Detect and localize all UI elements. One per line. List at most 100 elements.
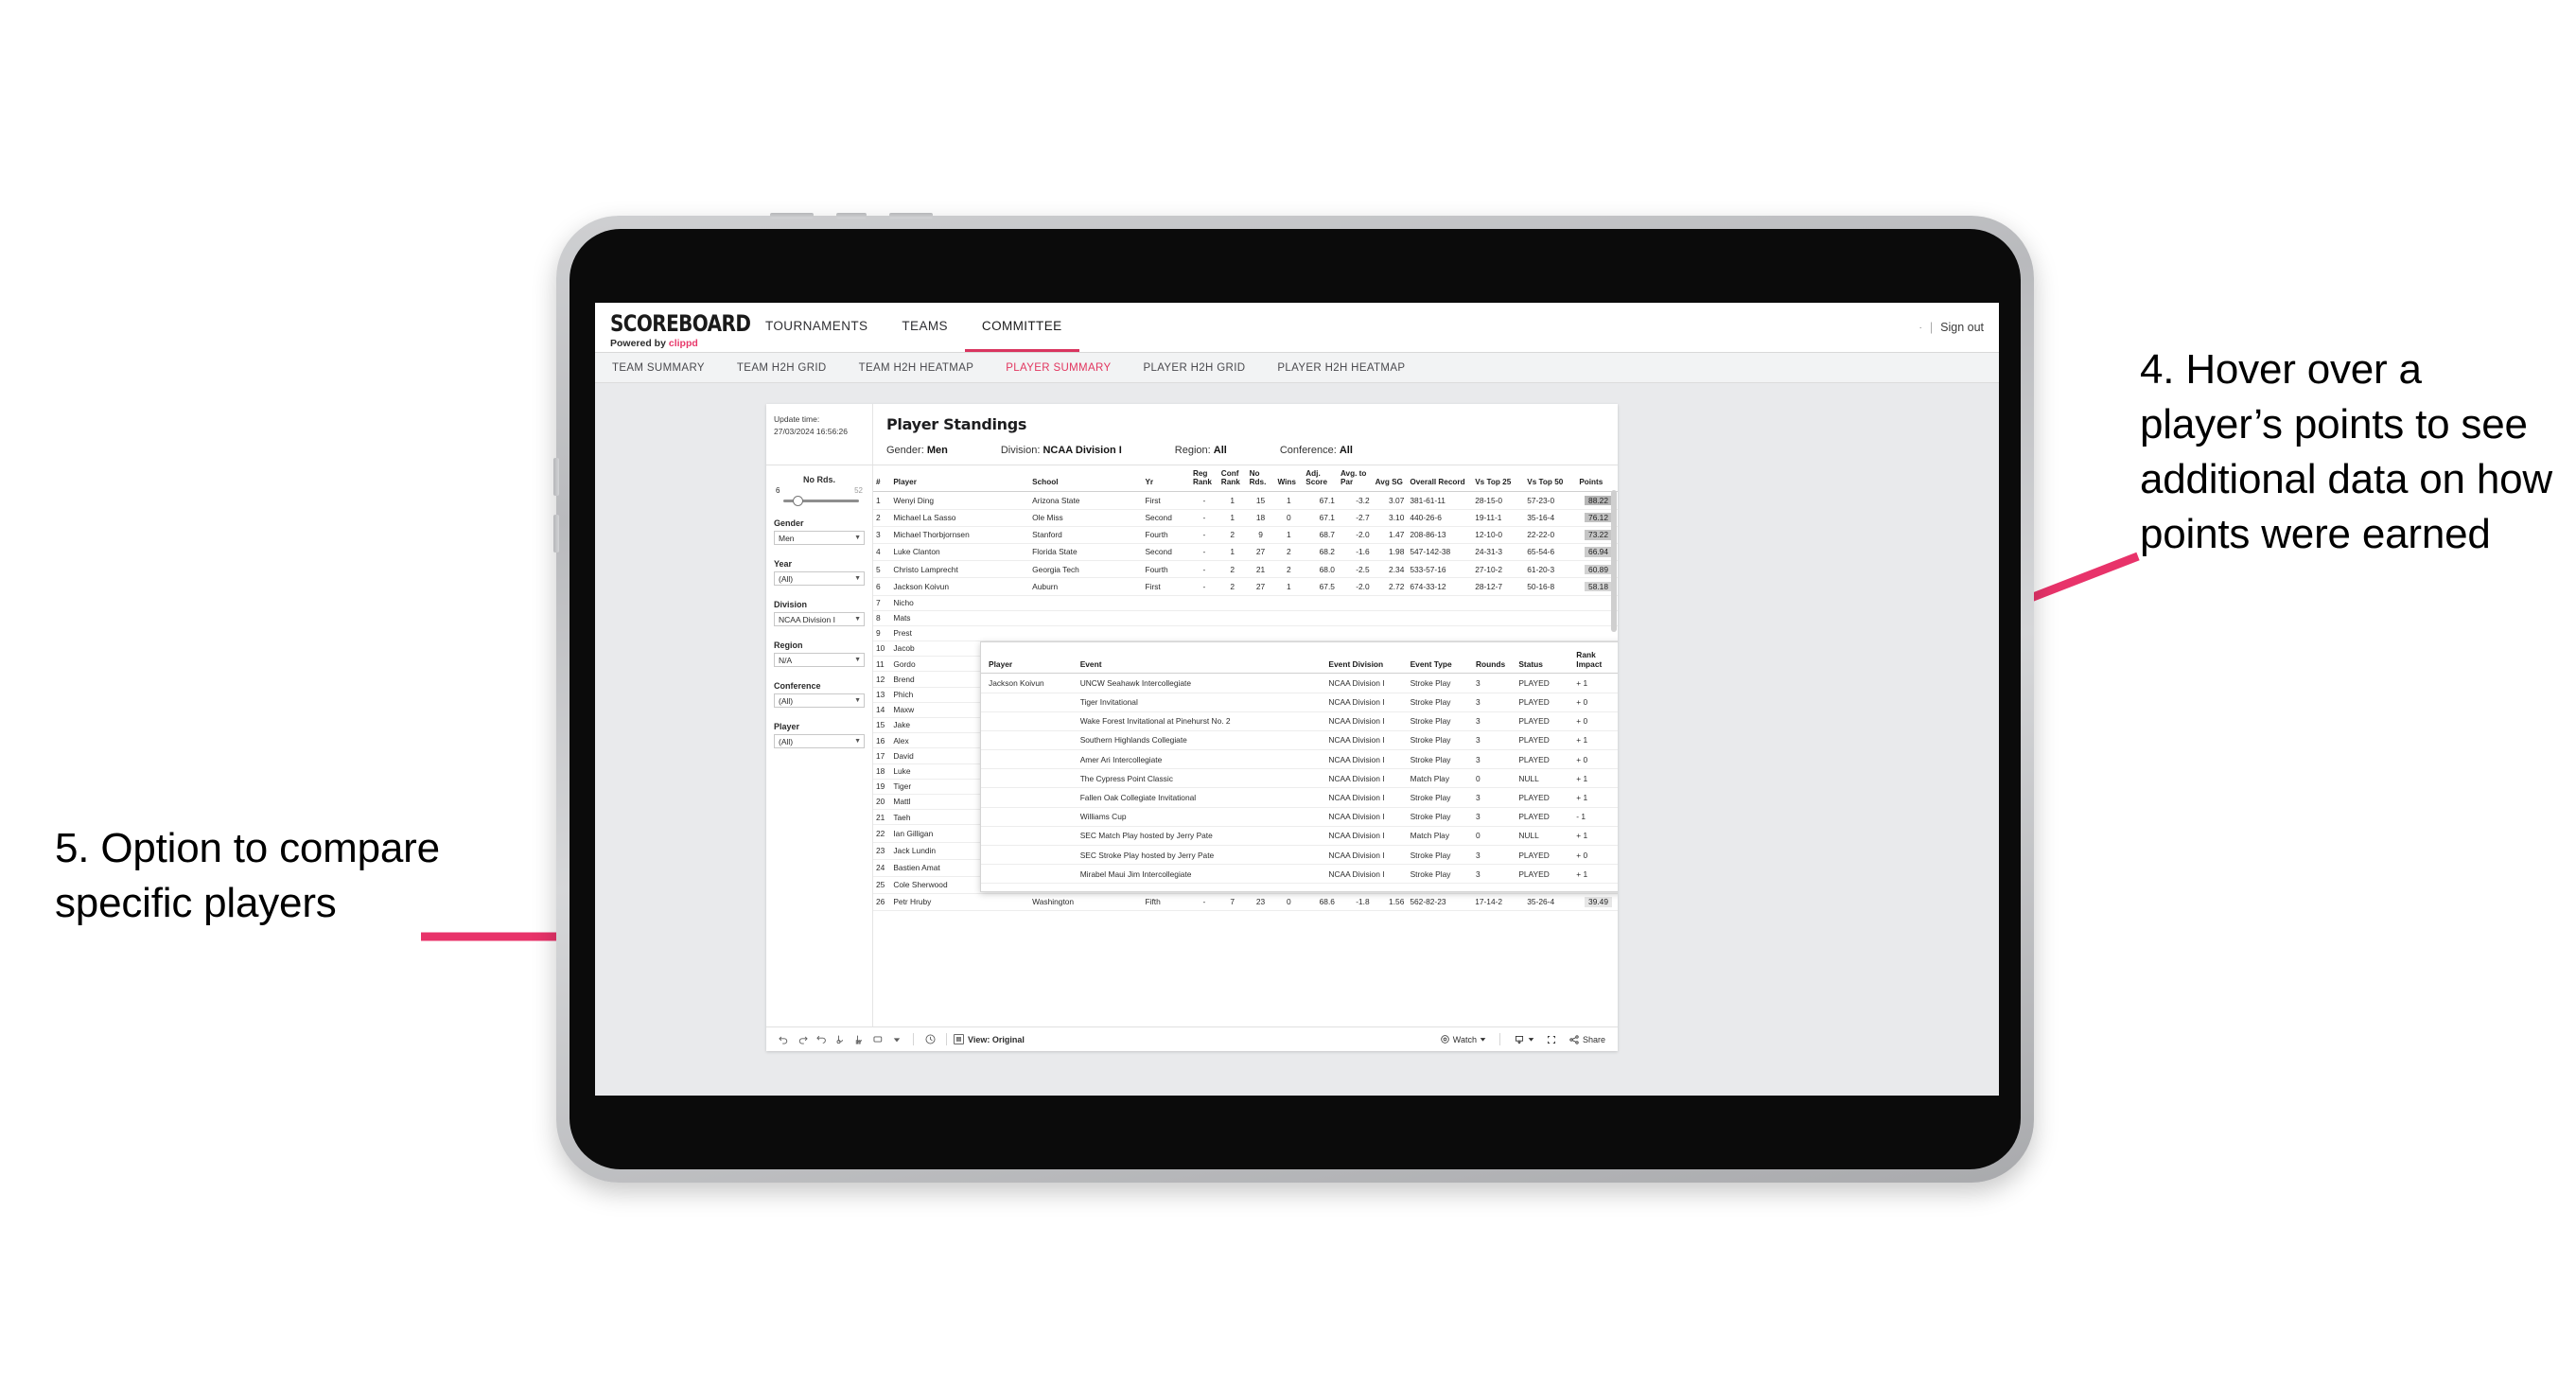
filter-summary-gender-value: Men <box>926 445 948 456</box>
subnav-player-h2h-grid[interactable]: PLAYER H2H GRID <box>1143 362 1245 374</box>
points-value[interactable]: 73.22 <box>1585 530 1612 540</box>
tt-cell-w-points: 53.60 <box>1612 693 1618 712</box>
col-avg-to-par[interactable]: Avg. to Par <box>1337 465 1373 493</box>
cell-rank: 7 <box>873 595 891 611</box>
revert-icon[interactable] <box>812 1030 831 1049</box>
tt-cell-rounds: 3 <box>1467 864 1512 885</box>
filter-conference-select[interactable]: (All) ▼ <box>774 693 865 708</box>
col-wins[interactable]: Wins <box>1274 465 1304 493</box>
power-button[interactable] <box>836 213 867 219</box>
col-points[interactable]: Points <box>1576 465 1618 493</box>
col-vs-top-25[interactable]: Vs Top 25 <box>1472 465 1525 493</box>
table-row[interactable]: 1 Wenyi Ding Arizona State First -1 15 1 67.1 -3… <box>873 491 1618 510</box>
table-row[interactable]: 6 Jackson Koivun Auburn First -2 27 1 67.5 -2.0 2… <box>873 577 1618 596</box>
col-reg-rank[interactable]: Reg Rank <box>1189 465 1218 493</box>
col-school[interactable]: School <box>1029 465 1143 493</box>
col-vs-top-50[interactable]: Vs Top 50 <box>1524 465 1577 493</box>
tt-cell-event: Williams Cup <box>1072 807 1322 827</box>
col-no-rds[interactable]: No Rds. <box>1246 465 1275 493</box>
nav-item-committee[interactable]: COMMITTEE <box>964 303 1079 352</box>
points-value[interactable]: 66.94 <box>1585 547 1612 557</box>
cell-school: Washington <box>1029 893 1143 912</box>
col-conf-rank[interactable]: Conf Rank <box>1218 465 1247 493</box>
tt-cell-player <box>981 711 1073 731</box>
table-row[interactable]: 8 Mats <box>873 610 1618 626</box>
table-row[interactable]: 26 Petr Hruby Washington Fifth -7 23 0 68.6 -1.8… <box>873 893 1618 912</box>
fullscreen-button[interactable] <box>1541 1034 1562 1045</box>
subnav-team-h2h-heatmap[interactable]: TEAM H2H HEATMAP <box>859 362 974 374</box>
cell-wins: 2 <box>1274 560 1304 579</box>
cell-vs-top-25: 17-14-2 <box>1472 893 1525 912</box>
points-value[interactable]: 39.49 <box>1585 897 1612 907</box>
volume-down-button[interactable] <box>553 515 559 553</box>
view-original-button[interactable]: ▤ View: Original <box>954 1034 1025 1044</box>
undo-icon[interactable] <box>774 1030 793 1049</box>
points-value[interactable]: 60.89 <box>1585 564 1612 574</box>
cell-wins: 1 <box>1274 577 1304 596</box>
device-preview-icon[interactable] <box>868 1030 887 1049</box>
col-overall-record[interactable]: Overall Record <box>1407 465 1473 493</box>
history-clock-icon[interactable] <box>920 1030 939 1049</box>
col-avg-sg[interactable]: Avg SG <box>1372 465 1408 493</box>
device-preview-caret-icon[interactable] <box>887 1030 906 1049</box>
brand-logo[interactable]: SCOREBOARD Powered by clippd <box>595 303 751 352</box>
filter-year-label: Year <box>774 559 793 569</box>
tt-cell-event: Tiger Invitational <box>1072 693 1322 712</box>
col-player[interactable]: Player <box>890 465 1030 493</box>
subnav-team-h2h-grid[interactable]: TEAM H2H GRID <box>737 362 827 374</box>
filter-player-select[interactable]: (All) ▼ <box>774 734 865 748</box>
table-vertical-scrollbar[interactable] <box>1611 490 1617 632</box>
tt-cell-type: Stroke Play <box>1402 711 1468 731</box>
annotation-right: 4. Hover over a player’s points to see a… <box>2140 346 2552 558</box>
col-adj-score[interactable]: Adj. Score <box>1303 465 1338 493</box>
table-row[interactable]: 3 Michael Thorbjornsen Stanford Fourth -2 9 1 6… <box>873 526 1618 544</box>
pause-auto-updates-icon[interactable] <box>850 1030 868 1049</box>
sign-out-link[interactable]: Sign out <box>1940 321 1984 334</box>
subnav-player-h2h-heatmap[interactable]: PLAYER H2H HEATMAP <box>1277 362 1405 374</box>
subnav-player-summary[interactable]: PLAYER SUMMARY <box>1006 362 1111 374</box>
page-title: Player Standings <box>886 415 1027 433</box>
cell-avg-sg: 1.98 <box>1372 543 1408 562</box>
tooltip-row: Southern Highlands Collegiate NCAA Divisi… <box>981 730 1618 751</box>
redo-icon[interactable] <box>793 1030 812 1049</box>
watch-button[interactable]: Watch <box>1435 1034 1491 1044</box>
share-button[interactable]: Share <box>1564 1034 1610 1045</box>
subnav-team-summary[interactable]: TEAM SUMMARY <box>612 362 705 374</box>
user-avatar[interactable]: · <box>1919 323 1922 333</box>
col-rank[interactable]: # <box>873 465 891 493</box>
nav-item-teams[interactable]: TEAMS <box>885 303 965 352</box>
table-row[interactable]: 5 Christo Lamprecht Georgia Tech Fourth -2 21… <box>873 560 1618 579</box>
table-row[interactable]: 7 Nicho <box>873 595 1618 611</box>
filter-year-select[interactable]: (All) ▼ <box>774 571 865 586</box>
col-yr[interactable]: Yr <box>1142 465 1190 493</box>
filter-region-select[interactable]: N/A ▼ <box>774 653 865 667</box>
cell-points[interactable]: 39.49 <box>1576 893 1618 912</box>
filter-summary-region-value: All <box>1213 445 1227 456</box>
volume-up-button[interactable] <box>553 458 559 496</box>
tt-col-w-points: W Points <box>1612 648 1618 675</box>
points-value[interactable]: 88.22 <box>1585 495 1612 506</box>
refresh-icon[interactable] <box>831 1030 850 1049</box>
toolbar-divider-1 <box>913 1033 914 1045</box>
cell-avg-sg <box>1372 625 1408 642</box>
table-row[interactable]: 2 Michael La Sasso Ole Miss Second -1 18 0 67.1… <box>873 509 1618 527</box>
filter-division-select[interactable]: NCAA Division I ▼ <box>774 612 865 626</box>
table-row[interactable]: 9 Prest <box>873 625 1618 642</box>
cell-school: Auburn <box>1029 577 1143 596</box>
no-rounds-slider-track[interactable] <box>783 496 859 506</box>
cell-rank: 9 <box>873 625 891 642</box>
points-value[interactable]: 76.12 <box>1585 512 1612 523</box>
cell-avg-to-par: -1.8 <box>1337 893 1373 912</box>
tt-cell-rounds: 3 <box>1467 845 1512 866</box>
tt-cell-division: NCAA Division I <box>1321 693 1403 712</box>
nav-item-tournaments[interactable]: TOURNAMENTS <box>748 303 885 352</box>
cell-yr: Fifth <box>1142 893 1190 912</box>
no-rounds-slider-handle[interactable] <box>792 496 803 506</box>
points-value[interactable]: 58.18 <box>1585 581 1612 592</box>
tt-cell-status: PLAYED <box>1511 807 1569 827</box>
cell-reg-rank <box>1189 595 1218 611</box>
filter-summary-gender-label: Gender: <box>886 445 924 456</box>
table-row[interactable]: 4 Luke Clanton Florida State Second -1 27 2 68.… <box>873 543 1618 562</box>
download-button[interactable] <box>1509 1034 1539 1045</box>
filter-gender-select[interactable]: Men ▼ <box>774 531 865 545</box>
